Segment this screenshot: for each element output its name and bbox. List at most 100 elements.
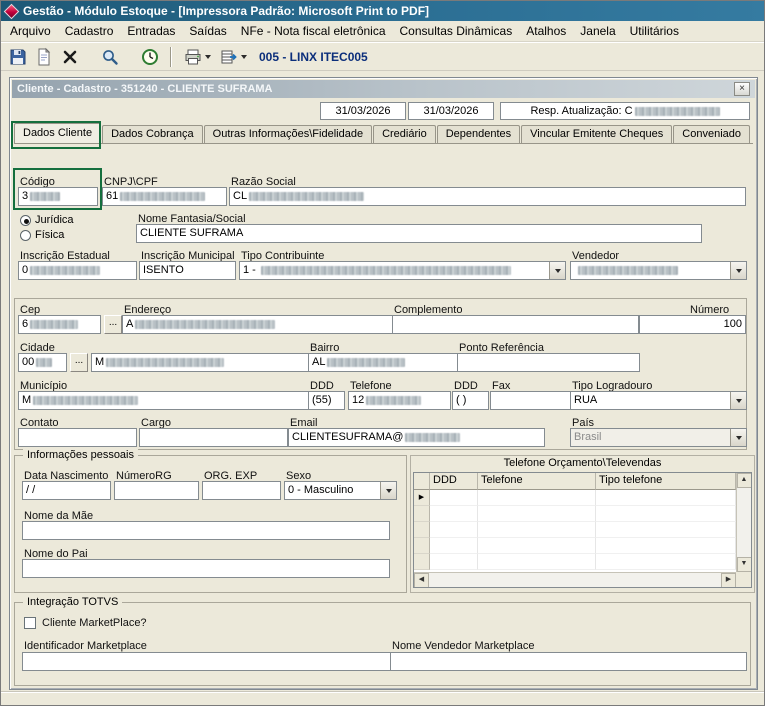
close-button[interactable]: ×: [734, 82, 750, 96]
fax-field[interactable]: [490, 391, 571, 410]
table-row[interactable]: ▶: [414, 490, 751, 506]
cargo-field[interactable]: [139, 428, 288, 447]
combo-dropdown-button[interactable]: [730, 392, 746, 409]
vendedor-combo[interactable]: [570, 261, 747, 280]
razao-social-field[interactable]: CL: [229, 187, 746, 206]
inscricao-estadual-field[interactable]: 0: [18, 261, 137, 280]
telefone-value: 12: [352, 394, 364, 406]
tipo-logradouro-combo[interactable]: RUA: [570, 391, 747, 410]
chevron-down-icon: [736, 436, 742, 440]
sexo-combo[interactable]: 0 - Masculino: [284, 481, 397, 500]
nome-vendedor-marketplace-field[interactable]: [390, 652, 747, 671]
delete-button[interactable]: [57, 45, 83, 69]
print-button[interactable]: [179, 45, 215, 69]
combo-dropdown-button[interactable]: [549, 262, 565, 279]
integracao-totvs-legend: Integração TOTVS: [23, 596, 122, 608]
redacted-text: [135, 320, 275, 329]
scroll-left-button[interactable]: ◀: [414, 573, 429, 588]
cliente-marketplace-label: Cliente MarketPlace?: [42, 617, 147, 629]
tab-dados-cliente[interactable]: Dados Cliente: [14, 123, 101, 143]
data-fim-field[interactable]: 31/03/2026: [408, 102, 494, 120]
data-nascimento-field[interactable]: / /: [22, 481, 111, 500]
ponto-referencia-field[interactable]: [457, 353, 640, 372]
grid-vertical-scrollbar[interactable]: ▲ ▼: [736, 473, 751, 572]
identificador-marketplace-label: Identificador Marketplace: [24, 640, 147, 652]
tab-dados-cobranca[interactable]: Dados Cobrança: [102, 125, 203, 143]
nome-mae-field[interactable]: [22, 521, 390, 540]
municipio-field[interactable]: M: [18, 391, 309, 410]
menu-cadastro[interactable]: Cadastro: [58, 22, 121, 40]
data-inicio-field[interactable]: 31/03/2026: [320, 102, 406, 120]
cell: [596, 490, 736, 506]
org-exp-field[interactable]: [202, 481, 281, 500]
combo-dropdown-button[interactable]: [730, 262, 746, 279]
station-label: 005 - LINX ITEC005: [259, 50, 368, 64]
printer-icon: [183, 47, 203, 67]
cidade-lookup-button[interactable]: ...: [70, 353, 88, 372]
radio-fisica[interactable]: Física: [20, 229, 64, 241]
menu-consultas-dinamicas[interactable]: Consultas Dinâmicas: [393, 22, 520, 40]
tab-dependentes[interactable]: Dependentes: [437, 125, 520, 143]
scroll-right-button[interactable]: ▶: [721, 573, 736, 588]
redacted-text: [30, 266, 100, 275]
bairro-field[interactable]: AL: [308, 353, 459, 372]
row-selector: [414, 506, 430, 522]
new-record-button[interactable]: [31, 45, 57, 69]
clock-button[interactable]: [137, 45, 163, 69]
radio-juridica[interactable]: Jurídica: [20, 214, 74, 226]
scroll-up-button[interactable]: ▲: [737, 473, 752, 488]
numero-field[interactable]: 100: [639, 315, 746, 334]
table-row[interactable]: [414, 522, 751, 538]
telefone-orcamento-panel: Telefone Orçamento\Televendas DDD Telefo…: [410, 455, 755, 593]
tab-conveniado[interactable]: Conveniado: [673, 125, 750, 143]
cep-lookup-button[interactable]: ...: [104, 315, 122, 334]
save-button[interactable]: [5, 45, 31, 69]
grid-horizontal-scrollbar[interactable]: ◀ ▶: [414, 572, 736, 587]
table-row[interactable]: [414, 538, 751, 554]
nome-pai-field[interactable]: [22, 559, 390, 578]
cliente-window-title: Cliente - Cadastro - 351240 - CLIENTE SU…: [17, 83, 734, 95]
informacoes-pessoais-legend: Informações pessoais: [23, 449, 138, 461]
contato-field[interactable]: [18, 428, 137, 447]
endereco-field[interactable]: A: [122, 315, 393, 334]
delete-x-icon: [60, 47, 80, 67]
tab-outras-informacoes[interactable]: Outras Informações\Fidelidade: [204, 125, 372, 143]
tab-vincular-emitente-cheques[interactable]: Vincular Emitente Cheques: [521, 125, 672, 143]
cliente-marketplace-checkbox[interactable]: [24, 617, 36, 629]
cliente-cadastro-window: Cliente - Cadastro - 351240 - CLIENTE SU…: [9, 77, 758, 690]
telefone-field[interactable]: 12: [348, 391, 451, 410]
scroll-down-button[interactable]: ▼: [737, 557, 752, 572]
menu-nfe[interactable]: NFe - Nota fiscal eletrônica: [234, 22, 393, 40]
menu-arquivo[interactable]: Arquivo: [3, 22, 58, 40]
ddd1-field[interactable]: (55): [308, 391, 345, 410]
combo-dropdown-button: [730, 429, 746, 446]
cep-field[interactable]: 6: [18, 315, 101, 334]
redacted-text: [120, 192, 205, 201]
email-field[interactable]: CLIENTESUFRAMA@: [288, 428, 545, 447]
identificador-marketplace-field[interactable]: [22, 652, 397, 671]
menu-atalhos[interactable]: Atalhos: [519, 22, 573, 40]
tab-crediario[interactable]: Crediário: [373, 125, 436, 143]
resp-atualizacao-field: Resp. Atualização: C: [500, 102, 750, 120]
combo-dropdown-button[interactable]: [380, 482, 396, 499]
cnpj-field[interactable]: 61: [102, 187, 227, 206]
codigo-field[interactable]: 3: [18, 187, 98, 206]
nome-fantasia-field[interactable]: CLIENTE SUFRAMA: [136, 224, 702, 243]
export-button[interactable]: [215, 45, 251, 69]
cidade-codigo-field[interactable]: 00: [18, 353, 67, 372]
menu-saidas[interactable]: Saídas: [182, 22, 233, 40]
numero-rg-field[interactable]: [114, 481, 199, 500]
menu-utilitarios[interactable]: Utilitários: [623, 22, 686, 40]
menu-janela[interactable]: Janela: [573, 22, 622, 40]
cidade-nome-field[interactable]: M: [91, 353, 309, 372]
table-row[interactable]: [414, 554, 751, 570]
radio-circle-icon: [20, 215, 31, 226]
cell: [478, 538, 596, 554]
tipo-contribuinte-combo[interactable]: 1 -: [239, 261, 566, 280]
table-row[interactable]: [414, 506, 751, 522]
menu-entradas[interactable]: Entradas: [120, 22, 182, 40]
ddd2-field[interactable]: ( ): [452, 391, 489, 410]
complemento-field[interactable]: [392, 315, 639, 334]
inscricao-municipal-field[interactable]: ISENTO: [139, 261, 236, 280]
search-button[interactable]: [97, 45, 123, 69]
